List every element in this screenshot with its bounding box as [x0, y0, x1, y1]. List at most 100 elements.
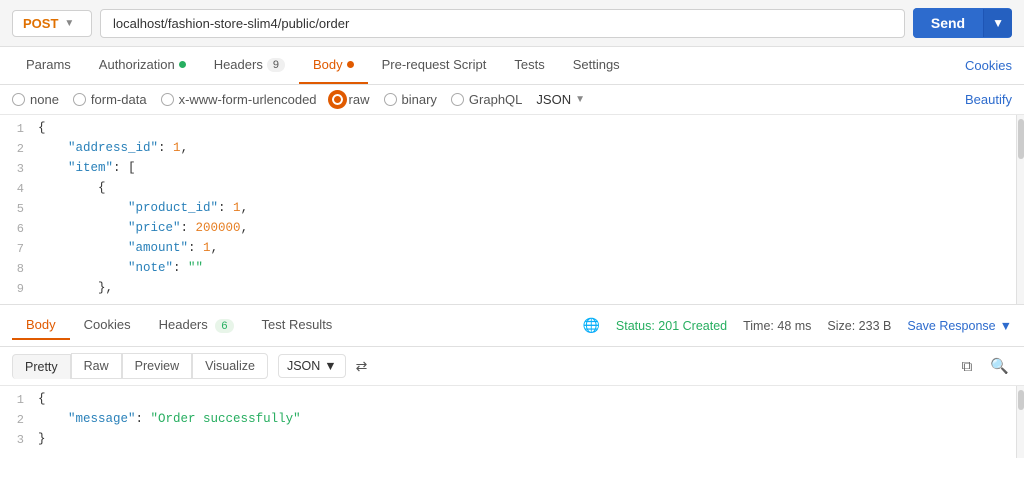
resp-tab-headers-label: Headers	[159, 317, 208, 332]
beautify-button[interactable]: Beautify	[965, 92, 1012, 107]
option-urlencoded[interactable]: x-www-form-urlencoded	[161, 92, 317, 107]
line-content: "price": 200000,	[38, 221, 1016, 235]
line-content: "amount": 1,	[38, 241, 1016, 255]
option-raw-label: raw	[349, 92, 370, 107]
line-number: 1	[8, 392, 38, 407]
tab-bar-right: Cookies	[953, 48, 1012, 83]
response-scrollbar[interactable]	[1016, 386, 1024, 458]
line-number: 1	[8, 121, 38, 136]
option-graphql-label: GraphQL	[469, 92, 522, 107]
option-binary[interactable]: binary	[384, 92, 437, 107]
send-button-group: Send ▼	[913, 8, 1012, 38]
request-tabs: Params Authorization Headers 9 Body Pre-…	[12, 47, 953, 84]
format-pretty-button[interactable]: Pretty	[12, 354, 71, 379]
editor-scrollbar[interactable]	[1016, 115, 1024, 304]
tab-params-label: Params	[26, 57, 71, 72]
options-right: Beautify	[965, 92, 1012, 107]
body-options-bar: none form-data x-www-form-urlencoded raw…	[0, 85, 1024, 115]
format-visualize-button[interactable]: Visualize	[192, 353, 268, 379]
code-line-4: 4 {	[0, 181, 1024, 201]
json-format-label: JSON	[536, 92, 571, 107]
radio-none-icon	[12, 93, 25, 106]
line-content: {	[38, 392, 1016, 406]
format-raw-button[interactable]: Raw	[71, 353, 122, 379]
resp-line-2: 2 "message": "Order successfully"	[0, 412, 1024, 432]
globe-icon: 🌐	[582, 317, 599, 334]
code-line-9: 9 },	[0, 281, 1024, 301]
authorization-dot-icon	[179, 61, 186, 68]
format-preview-button[interactable]: Preview	[122, 353, 192, 379]
response-meta: 🌐 Status: 201 Created Time: 48 ms Size: …	[582, 317, 1012, 334]
code-line-5: 5 "product_id": 1,	[0, 201, 1024, 221]
response-json-dropdown[interactable]: JSON ▼	[278, 354, 346, 378]
line-number: 3	[8, 161, 38, 176]
resp-line-3: 3 }	[0, 432, 1024, 452]
tab-settings-label: Settings	[573, 57, 620, 72]
line-number: 2	[8, 141, 38, 156]
response-right-icons: ⧉ 🔍	[959, 354, 1012, 378]
option-raw[interactable]: raw	[331, 92, 370, 107]
method-selector[interactable]: POST ▼	[12, 10, 92, 37]
tab-tests[interactable]: Tests	[500, 47, 558, 84]
line-content: {	[38, 121, 1016, 135]
json-format-dropdown[interactable]: JSON ▼	[536, 92, 585, 107]
line-number: 9	[8, 281, 38, 296]
response-scrollbar-thumb	[1018, 390, 1024, 410]
tab-tests-label: Tests	[514, 57, 544, 72]
code-line-7: 7 "amount": 1,	[0, 241, 1024, 261]
send-button[interactable]: Send	[913, 8, 983, 38]
save-response-label: Save Response	[907, 319, 995, 333]
url-input[interactable]	[100, 9, 905, 38]
resp-tab-body[interactable]: Body	[12, 311, 70, 340]
json-format-chevron-icon: ▼	[575, 94, 585, 105]
response-tabs: Body Cookies Headers 6 Test Results	[12, 311, 582, 340]
headers-badge: 9	[267, 58, 285, 72]
radio-binary-icon	[384, 93, 397, 106]
line-number: 7	[8, 241, 38, 256]
line-number: 5	[8, 201, 38, 216]
save-response-chevron-icon: ▼	[1000, 319, 1012, 333]
response-body-editor[interactable]: 1 { 2 "message": "Order successfully" 3 …	[0, 386, 1024, 458]
option-none[interactable]: none	[12, 92, 59, 107]
response-toolbar: Pretty Raw Preview Visualize JSON ▼ ⇄ ⧉ …	[0, 347, 1024, 386]
option-form-data-label: form-data	[91, 92, 147, 107]
resp-tab-cookies-label: Cookies	[84, 317, 131, 332]
response-time: Time: 48 ms	[743, 319, 811, 333]
copy-button[interactable]: ⧉	[959, 355, 976, 378]
option-urlencoded-label: x-www-form-urlencoded	[179, 92, 317, 107]
line-number: 8	[8, 261, 38, 276]
tab-authorization[interactable]: Authorization	[85, 47, 200, 84]
tab-params[interactable]: Params	[12, 47, 85, 84]
line-number: 2	[8, 412, 38, 427]
filter-icon[interactable]: ⇄	[356, 358, 368, 375]
resp-tab-cookies[interactable]: Cookies	[70, 311, 145, 340]
radio-form-data-icon	[73, 93, 86, 106]
cookies-link[interactable]: Cookies	[965, 58, 1012, 73]
option-form-data[interactable]: form-data	[73, 92, 147, 107]
code-line-2: 2 "address_id": 1,	[0, 141, 1024, 161]
tab-body[interactable]: Body	[299, 47, 368, 84]
search-button[interactable]: 🔍	[987, 354, 1012, 378]
headers-response-badge: 6	[215, 319, 233, 333]
code-line-8: 8 "note": ""	[0, 261, 1024, 281]
line-number: 4	[8, 181, 38, 196]
send-dropdown-button[interactable]: ▼	[983, 9, 1012, 37]
response-size: Size: 233 B	[827, 319, 891, 333]
tab-pre-request-script[interactable]: Pre-request Script	[368, 47, 501, 84]
response-json-chevron-icon: ▼	[324, 359, 336, 373]
option-graphql[interactable]: GraphQL	[451, 92, 522, 107]
line-number: 6	[8, 221, 38, 236]
line-content: "product_id": 1,	[38, 201, 1016, 215]
tab-settings[interactable]: Settings	[559, 47, 634, 84]
line-content: "note": ""	[38, 261, 1016, 275]
tab-headers[interactable]: Headers 9	[200, 47, 299, 84]
tab-body-label: Body	[313, 57, 343, 72]
resp-tab-test-results-label: Test Results	[262, 317, 333, 332]
code-line-6: 6 "price": 200000,	[0, 221, 1024, 241]
line-content: }	[38, 432, 1016, 446]
save-response-button[interactable]: Save Response ▼	[907, 319, 1012, 333]
line-number: 3	[8, 432, 38, 447]
resp-tab-headers[interactable]: Headers 6	[145, 311, 248, 340]
request-body-editor[interactable]: 1 { 2 "address_id": 1, 3 "item": [ 4 { 5…	[0, 115, 1024, 305]
resp-tab-test-results[interactable]: Test Results	[248, 311, 347, 340]
